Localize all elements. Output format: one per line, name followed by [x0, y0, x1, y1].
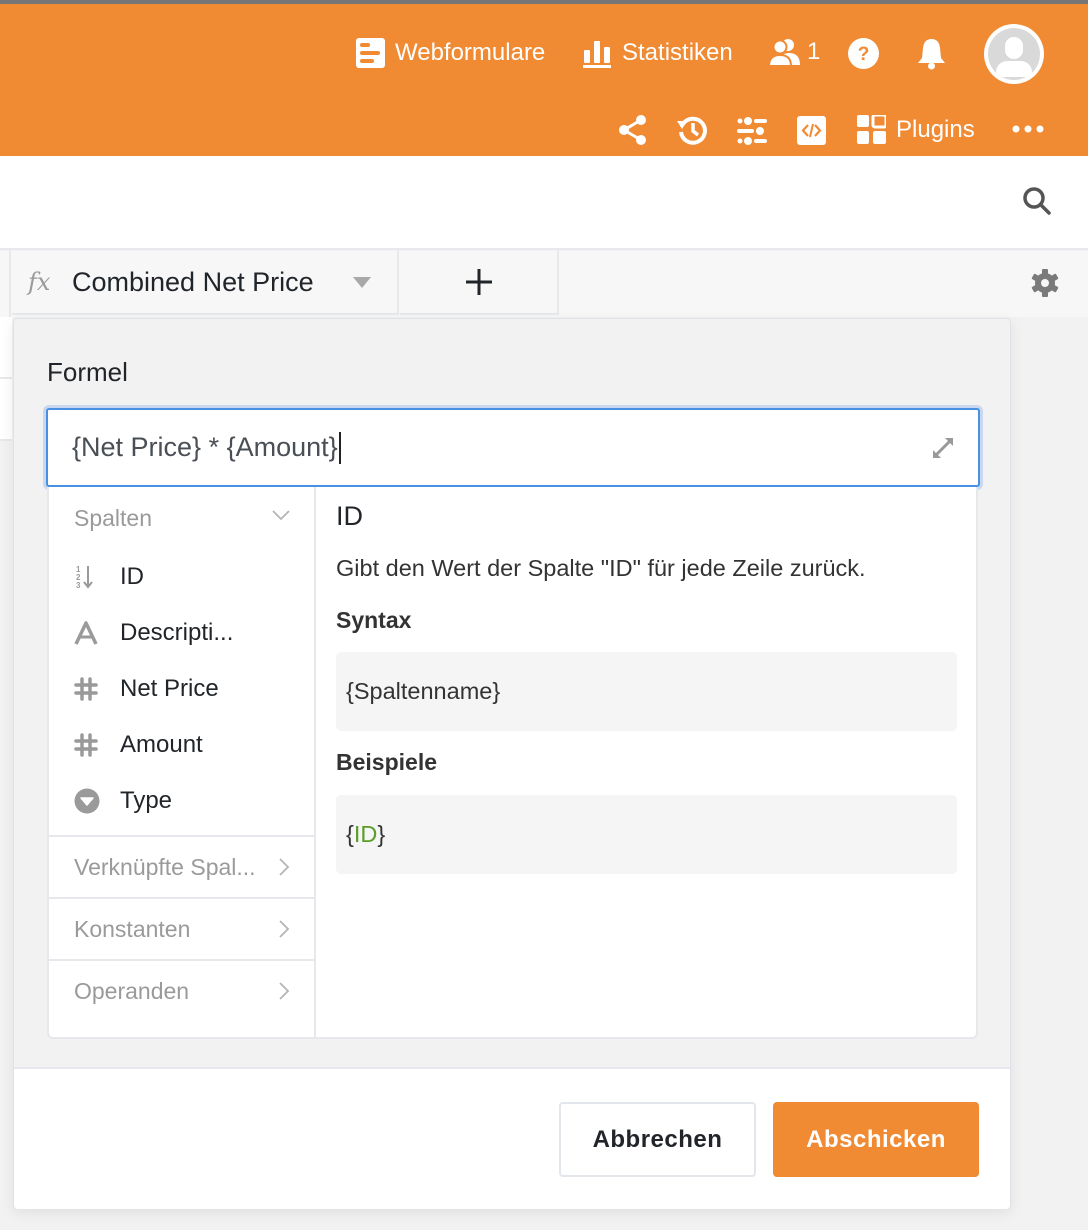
number-sort-icon: 123	[74, 564, 120, 590]
column-item-type[interactable]: Type	[49, 773, 314, 829]
plus-icon	[465, 269, 492, 295]
formula-text: {Net Price} * {Amount}	[72, 432, 338, 462]
syntax-text: {Spaltenname}	[346, 678, 501, 704]
section-constants-title: Konstanten	[74, 915, 191, 942]
caret-down-icon[interactable]	[353, 276, 371, 288]
example-box: {ID}	[336, 795, 957, 874]
expand-icon	[933, 438, 953, 458]
formula-helper-panel: Spalten 123 ID Descripti... Net Price Am…	[47, 487, 978, 1039]
section-columns[interactable]: Spalten	[49, 487, 314, 549]
detail-title: ID	[336, 501, 363, 531]
chevron-down-icon	[272, 510, 290, 521]
cancel-button[interactable]: Abbrechen	[559, 1102, 756, 1177]
column-item-id[interactable]: 123 ID	[49, 549, 314, 605]
column-list: 123 ID Descripti... Net Price Amount Typ…	[49, 549, 314, 835]
column-item-label: Descripti...	[120, 619, 234, 646]
section-operands-title: Operanden	[74, 977, 190, 1004]
bell-icon	[918, 39, 945, 70]
collaborators-count: 1	[807, 38, 821, 65]
settings-button[interactable]	[1030, 268, 1060, 303]
svg-text:?: ?	[858, 44, 870, 65]
formula-input[interactable]: {Net Price} * {Amount}	[46, 408, 980, 487]
history-button[interactable]	[676, 115, 708, 145]
detail-description: Gibt den Wert der Spalte "ID" für jede Z…	[336, 555, 866, 581]
collaborators-button[interactable]: 1	[769, 38, 820, 66]
syntax-heading: Syntax	[336, 607, 412, 633]
nav-statistiken[interactable]: Statistiken	[583, 38, 733, 68]
hash-icon	[74, 733, 120, 757]
helper-categories: Spalten 123 ID Descripti... Net Price Am…	[49, 487, 316, 1037]
formula-column-icon: fx	[28, 268, 51, 296]
nav-webformulare[interactable]: Webformulare	[356, 38, 545, 68]
users-icon	[769, 39, 800, 66]
share-icon	[619, 115, 646, 145]
column-item-label: ID	[120, 563, 144, 590]
nav-webformulare-label: Webformulare	[395, 39, 546, 66]
more-icon	[1012, 125, 1044, 133]
example-open-brace: {	[346, 821, 354, 847]
share-button[interactable]	[618, 115, 647, 145]
nav-statistiken-label: Statistiken	[622, 39, 733, 66]
add-column-button[interactable]	[400, 251, 559, 315]
svg-text:3: 3	[76, 581, 81, 590]
search-icon	[1023, 187, 1051, 215]
search-button[interactable]	[1022, 186, 1052, 221]
column-item-description[interactable]: Descripti...	[49, 605, 314, 661]
examples-heading: Beispiele	[336, 749, 437, 775]
sliders-icon	[737, 117, 767, 145]
code-button[interactable]	[797, 116, 826, 145]
hash-icon	[74, 677, 120, 701]
more-button[interactable]	[1012, 125, 1044, 133]
formula-label: Formel	[47, 357, 128, 387]
section-operands[interactable]: Operanden	[49, 959, 314, 1021]
column-item-net-price[interactable]: Net Price	[49, 661, 314, 717]
text-icon	[74, 621, 120, 645]
gear-icon	[1031, 269, 1059, 297]
section-columns-title: Spalten	[74, 504, 153, 531]
section-linked-title: Verknüpfte Spal...	[74, 853, 256, 880]
single-select-icon	[74, 788, 120, 814]
chevron-right-icon	[279, 858, 290, 876]
row-stubs	[0, 317, 12, 447]
row-index-header	[0, 251, 11, 317]
user-avatar-icon	[988, 28, 1040, 80]
user-avatar[interactable]	[984, 24, 1044, 84]
chevron-right-icon	[279, 982, 290, 1000]
column-item-amount[interactable]: Amount	[49, 717, 314, 773]
column-item-label: Net Price	[120, 675, 219, 702]
text-cursor	[338, 431, 341, 464]
bar-chart-icon	[583, 41, 611, 68]
section-linked-columns[interactable]: Verknüpfte Spal...	[49, 835, 314, 897]
form-icon	[356, 38, 385, 68]
column-name: Combined Net Price	[72, 266, 314, 297]
app-header: Webformulare Statistiken 1 ? Plugins	[0, 4, 1088, 156]
plugins-icon	[857, 115, 886, 144]
column-header-combined-net-price[interactable]: fx Combined Net Price	[12, 251, 399, 315]
notifications-button[interactable]	[917, 37, 946, 70]
column-item-label: Type	[120, 787, 173, 814]
example-close-brace: }	[377, 821, 386, 847]
formula-dialog: Formel {Net Price} * {Amount} Spalten 12…	[13, 318, 1011, 1209]
dialog-footer: Abbrechen Abschicken	[14, 1067, 1010, 1209]
plugins-button[interactable]: Plugins	[857, 115, 975, 144]
code-icon	[797, 116, 826, 145]
syntax-box: {Spaltenname}	[336, 652, 957, 731]
plugins-label: Plugins	[896, 115, 975, 143]
column-header-bar: fx Combined Net Price	[0, 251, 1088, 317]
expand-editor-button[interactable]	[932, 435, 954, 466]
example-value: ID	[353, 821, 378, 847]
section-constants[interactable]: Konstanten	[49, 897, 314, 959]
column-item-label: Amount	[120, 731, 203, 758]
filter-settings-button[interactable]	[737, 117, 767, 145]
view-toolbar	[0, 156, 1088, 250]
help-button[interactable]: ?	[848, 38, 879, 69]
submit-button[interactable]: Abschicken	[773, 1102, 979, 1177]
help-circle-icon: ?	[848, 38, 879, 69]
chevron-right-icon	[279, 920, 290, 938]
history-icon	[677, 116, 707, 145]
